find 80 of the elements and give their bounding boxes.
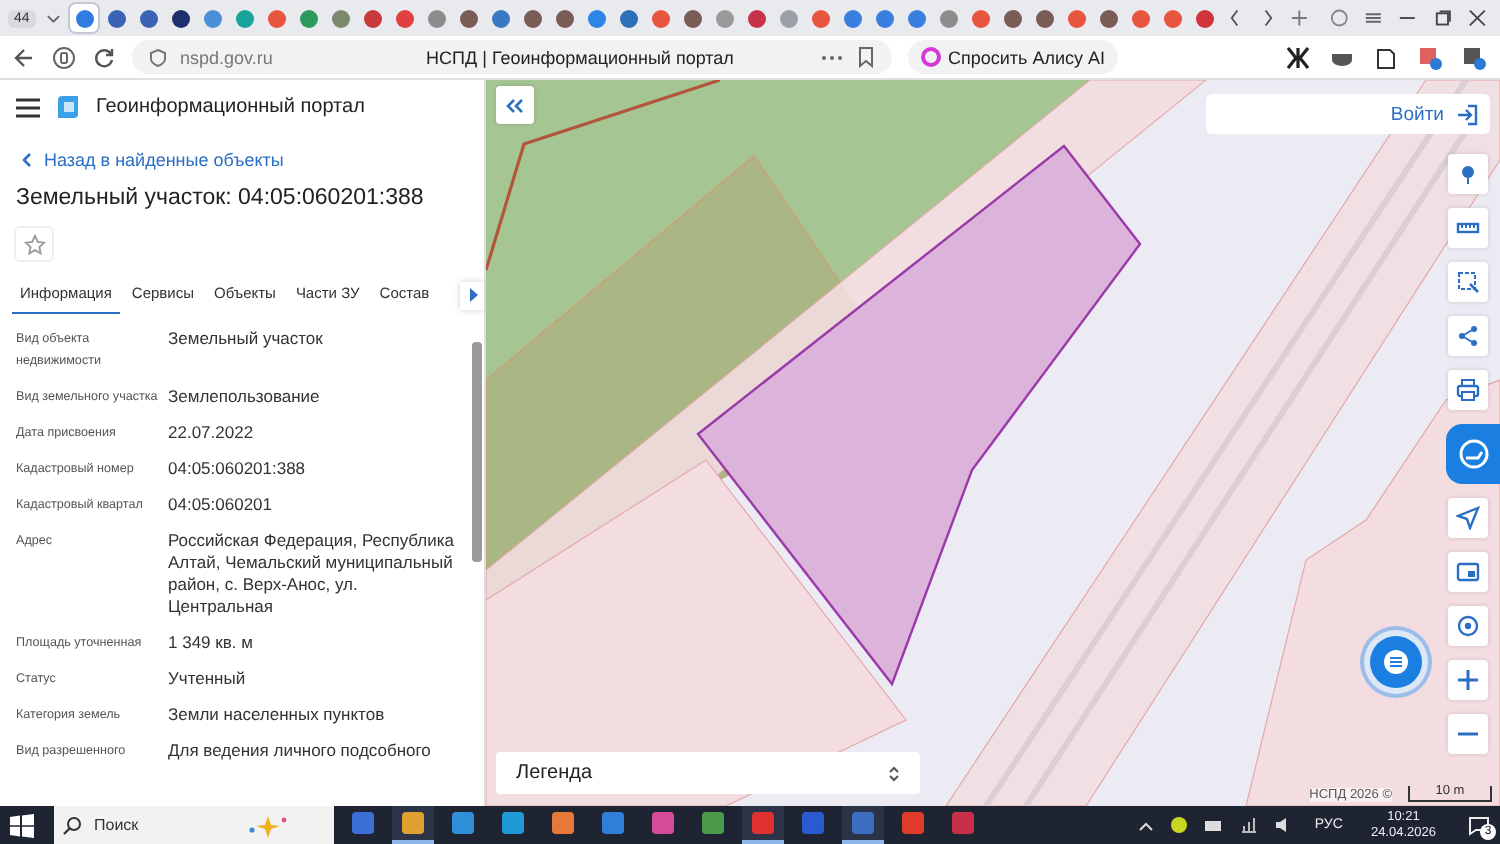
property-value: Российская Федерация, Республика Алтай, Чемальский муниципальный район, с. Верх-Анос, ул. Центральная bbox=[168, 530, 457, 618]
login-button[interactable]: Войти bbox=[1206, 94, 1490, 134]
taskbar-app[interactable] bbox=[392, 806, 434, 844]
chevron-left-icon bbox=[20, 152, 32, 168]
url-text: nspd.gov.ru bbox=[180, 47, 275, 67]
collapse-panel-button[interactable] bbox=[496, 86, 534, 124]
property-value: 04:05:060201:388 bbox=[168, 458, 308, 480]
property-value: Земли населенных пунктов bbox=[168, 704, 387, 726]
extension-icon[interactable] bbox=[1284, 43, 1312, 71]
notification-icon bbox=[1467, 815, 1489, 835]
login-icon bbox=[1456, 103, 1478, 125]
legend-dropdown[interactable]: Легенда bbox=[496, 752, 920, 794]
picture-in-picture-icon bbox=[1456, 560, 1480, 584]
page-title: НСПД | Геоинформационный портал bbox=[424, 47, 736, 67]
object-heading: Земельный участок: 04:05:060201:388 bbox=[14, 184, 426, 210]
property-value: Учтенный bbox=[168, 668, 248, 690]
ask-assistant-button[interactable]: Спросить Алису AI bbox=[908, 40, 1118, 74]
scroll-tabs-button[interactable] bbox=[460, 281, 484, 309]
map-tool-button[interactable] bbox=[1448, 208, 1488, 248]
sparkle-icon bbox=[246, 813, 290, 837]
zoom-in-icon bbox=[1456, 668, 1480, 692]
location-target-icon bbox=[1456, 614, 1480, 638]
ring-icon bbox=[920, 46, 942, 68]
windows-start-icon[interactable] bbox=[10, 813, 34, 837]
plus-icon[interactable] bbox=[1290, 8, 1310, 28]
chevron-right-icon[interactable] bbox=[1259, 8, 1275, 28]
extension-icon[interactable] bbox=[1460, 43, 1488, 71]
chat-icon bbox=[1382, 648, 1410, 676]
search-icon bbox=[62, 815, 82, 835]
chevron-up-icon[interactable] bbox=[1138, 817, 1155, 833]
reload-icon[interactable] bbox=[92, 45, 116, 69]
navigation-arrow-icon bbox=[1456, 506, 1480, 530]
close-icon[interactable] bbox=[1467, 8, 1487, 28]
restore-icon[interactable] bbox=[1433, 8, 1452, 28]
tray-app-icon[interactable] bbox=[1170, 816, 1189, 834]
chevron-down-icon[interactable] bbox=[45, 10, 61, 26]
portal-logo-icon bbox=[56, 94, 80, 120]
portal-title: Геоинформационный портал bbox=[96, 96, 365, 118]
property-value: Землепользование bbox=[168, 386, 322, 408]
property-value: Для ведения личного подсобного bbox=[168, 740, 433, 762]
map-tool-button[interactable] bbox=[1448, 316, 1488, 356]
network-icon[interactable] bbox=[1240, 816, 1259, 834]
back-arrow-icon[interactable] bbox=[12, 45, 36, 69]
chat-button[interactable] bbox=[1370, 636, 1422, 688]
url-field[interactable]: nspd.gov.ru НСПД | Геоинформационный портал bbox=[132, 40, 892, 74]
map-tool-button[interactable] bbox=[1448, 552, 1488, 592]
sort-caret-icon bbox=[888, 763, 900, 783]
property-value: Земельный участок bbox=[168, 328, 325, 352]
back-link[interactable]: Назад в найденные объекты bbox=[0, 130, 484, 170]
map-tool-button[interactable] bbox=[1448, 154, 1488, 194]
chevron-left-icon[interactable] bbox=[1228, 8, 1244, 28]
property-value: 1 349 кв. м bbox=[168, 632, 255, 654]
more-dots-icon[interactable] bbox=[820, 53, 844, 61]
speech-bubble-icon bbox=[1457, 438, 1489, 470]
share-icon bbox=[1456, 324, 1480, 348]
print-icon bbox=[1456, 378, 1480, 402]
favorite-button[interactable] bbox=[14, 226, 54, 262]
caret-right-icon bbox=[467, 288, 477, 302]
star-icon bbox=[23, 233, 45, 255]
search-input[interactable]: Поиск bbox=[90, 814, 238, 836]
double-chevron-left-icon bbox=[506, 97, 524, 113]
map-tool-button[interactable] bbox=[1448, 660, 1488, 700]
taskbar-app[interactable] bbox=[842, 806, 884, 844]
location-pin-icon bbox=[1456, 162, 1480, 186]
map-tool-button[interactable] bbox=[1448, 370, 1488, 410]
assistant-button[interactable] bbox=[1446, 424, 1500, 484]
property-value: 22.07.2022 bbox=[168, 422, 256, 444]
extension-icon[interactable] bbox=[1372, 43, 1400, 71]
search-field[interactable]: Поиск bbox=[54, 806, 334, 844]
select-area-icon bbox=[1456, 270, 1480, 294]
property-value: 04:05:060201 bbox=[168, 494, 274, 516]
bookmark-icon[interactable] bbox=[856, 46, 876, 68]
taskbar-app[interactable] bbox=[742, 806, 784, 844]
profile-icon[interactable] bbox=[1329, 8, 1348, 28]
menu-icon[interactable] bbox=[16, 97, 40, 117]
map-tool-button[interactable] bbox=[1448, 262, 1488, 302]
map-tool-button[interactable] bbox=[1448, 498, 1488, 538]
battery-icon[interactable] bbox=[1204, 817, 1225, 833]
map-tool-button[interactable] bbox=[1448, 606, 1488, 646]
map-tool-button[interactable] bbox=[1448, 714, 1488, 754]
